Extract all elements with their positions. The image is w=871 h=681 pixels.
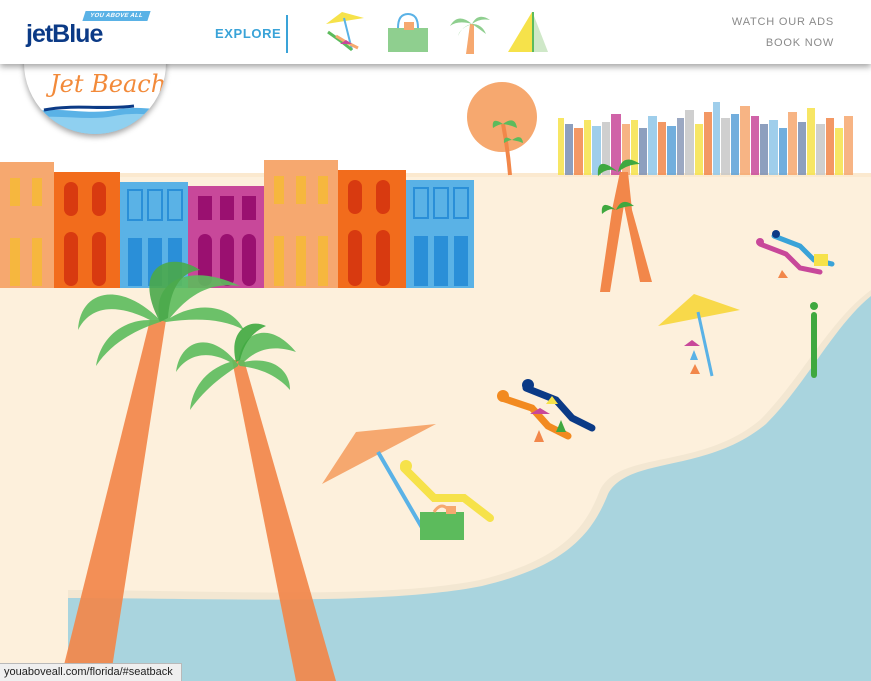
badge-wave [24, 104, 166, 134]
sun [467, 82, 537, 152]
beach-bag-icon[interactable] [384, 10, 430, 56]
tagline-banner: YOU ABOVE ALL [82, 11, 151, 21]
nav-divider [286, 15, 288, 53]
beach-bag [420, 512, 464, 540]
beach-post [811, 312, 817, 378]
browser-status-bar: youaboveall.com/florida/#seatback [0, 663, 182, 681]
palm-trees-icon[interactable] [446, 10, 492, 56]
book-now-link[interactable]: BOOK NOW [766, 37, 834, 49]
jetblue-logo[interactable]: jetBlue [26, 20, 103, 49]
sailboat-icon[interactable] [504, 10, 550, 56]
top-navigation-bar: jetBlue YOU ABOVE ALL EXPLORE WATCH OUR … [0, 0, 871, 64]
jet-beach-title: Jet Beach [50, 70, 166, 98]
explore-link[interactable]: EXPLORE [215, 26, 281, 41]
watch-our-ads-link[interactable]: WATCH OUR ADS [732, 16, 834, 28]
beach-chair-umbrella-icon[interactable] [322, 10, 368, 56]
